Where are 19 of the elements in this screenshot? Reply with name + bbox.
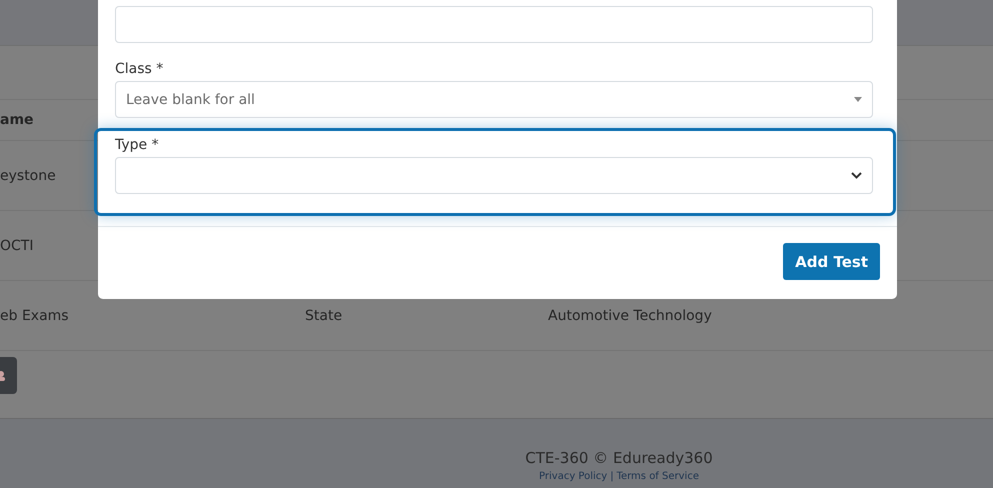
terms-link[interactable]: Terms of Service: [616, 471, 699, 482]
table-cell-text: State: [305, 308, 344, 324]
copyright-text: CTE-360 © Eduready360: [525, 449, 713, 467]
table-cell-text: eb Exams: [0, 308, 70, 324]
privacy-link[interactable]: Privacy Policy: [539, 471, 608, 482]
add-test-button[interactable]: Add Test: [783, 243, 880, 280]
type-select[interactable]: [115, 157, 873, 194]
column-header: ame: [0, 112, 35, 128]
separator-text: |: [610, 471, 614, 482]
dropdown-caret-icon: [854, 97, 862, 102]
action-button[interactable]: [0, 357, 17, 394]
table-cell-text: OCTI: [0, 238, 34, 254]
table-cell: Automotive Technology: [548, 308, 712, 324]
class-select[interactable]: Leave blank for all: [115, 81, 873, 118]
field-label: Type *: [115, 137, 160, 153]
field-label: Class *: [115, 61, 164, 77]
table-cell-text: eystone: [0, 168, 57, 184]
text-field[interactable]: [115, 6, 873, 43]
chevron-down-icon: [851, 172, 862, 179]
